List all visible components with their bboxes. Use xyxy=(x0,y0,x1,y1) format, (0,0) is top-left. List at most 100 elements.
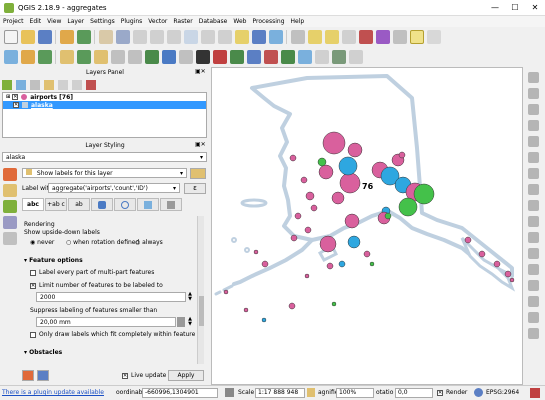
spinbox-arrows-icon[interactable]: ▲ ▼ xyxy=(186,292,194,302)
layer-visibility-checkbox[interactable]: ✕ xyxy=(12,94,19,100)
menu-view[interactable]: View xyxy=(44,16,64,27)
radio-rotation[interactable]: ○ when rotation defined xyxy=(66,238,139,247)
node-tool-icon[interactable] xyxy=(528,136,539,147)
expression-builder-icon[interactable]: ε xyxy=(184,183,206,194)
diagram-icon[interactable] xyxy=(3,200,17,213)
tab-shadow[interactable] xyxy=(114,198,136,211)
redo-icon[interactable] xyxy=(528,312,539,323)
zoom-next-icon[interactable] xyxy=(251,30,266,44)
layer-row-airports[interactable]: ⊞ ✕ airports [76] xyxy=(3,93,206,101)
add-postgis-layer-icon[interactable] xyxy=(37,50,52,64)
lock-scale-icon[interactable] xyxy=(307,388,315,397)
panel-close-icon[interactable]: ▣✕ xyxy=(195,68,209,77)
menu-edit[interactable]: Edit xyxy=(27,16,45,27)
vertex-tool-icon[interactable] xyxy=(76,30,91,44)
redo-style-icon[interactable] xyxy=(37,370,49,381)
label-tool-icon[interactable] xyxy=(59,50,74,64)
label-style-icon[interactable] xyxy=(190,168,206,179)
statistics-icon[interactable] xyxy=(375,30,390,44)
apply-button[interactable]: Apply xyxy=(168,370,204,381)
add-feature-icon[interactable] xyxy=(528,120,539,131)
maximize-button[interactable]: ☐ xyxy=(505,0,525,16)
digitize-icon[interactable] xyxy=(59,30,74,44)
remove-layer-icon[interactable] xyxy=(86,79,96,90)
zoom-last-icon[interactable] xyxy=(234,30,249,44)
menu-settings[interactable]: Settings xyxy=(87,16,118,27)
limit-features-input[interactable]: 2000 xyxy=(36,292,186,302)
tab-text[interactable]: abc xyxy=(22,198,44,211)
open-project-icon[interactable] xyxy=(20,30,35,44)
live-update-checkbox[interactable]: ✕ Live update xyxy=(122,371,166,380)
plugin-red-icon[interactable] xyxy=(212,50,227,64)
menu-web[interactable]: Web xyxy=(230,16,249,27)
python-console-icon[interactable] xyxy=(144,50,159,64)
3d-icon[interactable] xyxy=(3,216,17,229)
map-canvas[interactable]: 76 xyxy=(211,67,523,385)
refresh-icon[interactable] xyxy=(268,30,283,44)
measure-icon[interactable] xyxy=(392,30,407,44)
label-pin-icon[interactable] xyxy=(528,232,539,243)
menu-raster[interactable]: Raster xyxy=(170,16,195,27)
add-group-icon[interactable] xyxy=(16,79,26,90)
attribute-table-icon[interactable] xyxy=(341,30,356,44)
label-mode-select[interactable]: Show labels for this layer ▾ xyxy=(22,168,187,178)
link-icon[interactable] xyxy=(528,328,539,339)
rotate-label-icon[interactable] xyxy=(127,50,142,64)
suppress-size-input[interactable]: 20,00 mm xyxy=(36,317,176,327)
radio-always[interactable]: ○ always xyxy=(135,238,163,247)
crs-globe-icon[interactable] xyxy=(474,388,483,397)
tab-buffer[interactable]: ab xyxy=(68,198,90,211)
zoom-layer-icon[interactable] xyxy=(217,30,232,44)
clear-icon[interactable] xyxy=(177,317,185,327)
spinbox-arrows-icon[interactable]: ▲ ▼ xyxy=(186,317,194,327)
tab-background[interactable] xyxy=(91,198,113,211)
menu-vector[interactable]: Vector xyxy=(145,16,170,27)
plugin-globe-icon[interactable] xyxy=(297,50,312,64)
zoom-out-icon[interactable] xyxy=(149,30,164,44)
expand-all-icon[interactable] xyxy=(58,79,68,90)
tab-placement[interactable] xyxy=(137,198,159,211)
expand-icon[interactable]: ⊞ xyxy=(6,94,10,100)
menu-database[interactable]: Database xyxy=(196,16,231,27)
save-project-icon[interactable] xyxy=(37,30,52,44)
identify-icon[interactable] xyxy=(290,30,305,44)
plugin-grid-icon[interactable] xyxy=(331,50,346,64)
scale-field[interactable]: 1:17 888 948 xyxy=(255,388,305,398)
panel-close-icon[interactable]: ▣✕ xyxy=(195,141,209,150)
zoom-selection-icon[interactable] xyxy=(200,30,215,44)
undo-icon[interactable] xyxy=(246,50,261,64)
obstacles-header[interactable]: ▾ Obstacles xyxy=(24,348,62,357)
label-rotate-icon[interactable] xyxy=(528,248,539,259)
menu-plugins[interactable]: Plugins xyxy=(118,16,146,27)
minimize-button[interactable]: — xyxy=(485,0,505,16)
radio-never[interactable]: ◉ never xyxy=(30,238,54,247)
rotation-field[interactable]: 0,0 xyxy=(395,388,433,398)
overflow-chevron-icon[interactable] xyxy=(314,50,329,64)
deselect-icon[interactable] xyxy=(324,30,339,44)
visibility-icon[interactable] xyxy=(30,79,40,90)
annotation-icon[interactable] xyxy=(426,30,441,44)
new-project-icon[interactable] xyxy=(3,30,18,44)
cut-feature-icon[interactable] xyxy=(528,184,539,195)
move-feature-icon[interactable] xyxy=(528,152,539,163)
plugin-bug-icon[interactable] xyxy=(195,50,210,64)
map-tips-icon[interactable] xyxy=(409,30,424,44)
undo-style-icon[interactable] xyxy=(22,370,34,381)
label-expression-input[interactable]: aggregate('airports','count','ID') ▾ xyxy=(48,183,180,193)
collapse-all-icon[interactable] xyxy=(72,79,82,90)
render-checkbox[interactable]: ✕ Render xyxy=(437,388,467,398)
tab-rendering[interactable] xyxy=(160,198,182,211)
menu-help[interactable]: Help xyxy=(288,16,308,27)
magnifier-field[interactable]: 100% xyxy=(336,388,374,398)
edit-pencil-icon[interactable] xyxy=(528,88,539,99)
styling-scrollbar[interactable] xyxy=(197,216,204,364)
undo-icon[interactable] xyxy=(528,296,539,307)
style-manager-icon[interactable] xyxy=(2,79,12,90)
pan-to-selection-icon[interactable] xyxy=(115,30,130,44)
show-labels-icon[interactable] xyxy=(93,50,108,64)
pin-labels-icon[interactable] xyxy=(76,50,91,64)
tab-formatting[interactable]: +ab c xyxy=(45,198,67,211)
processing-toolbox-icon[interactable] xyxy=(161,50,176,64)
menu-processing[interactable]: Processing xyxy=(249,16,287,27)
symbology-icon[interactable] xyxy=(3,168,17,181)
